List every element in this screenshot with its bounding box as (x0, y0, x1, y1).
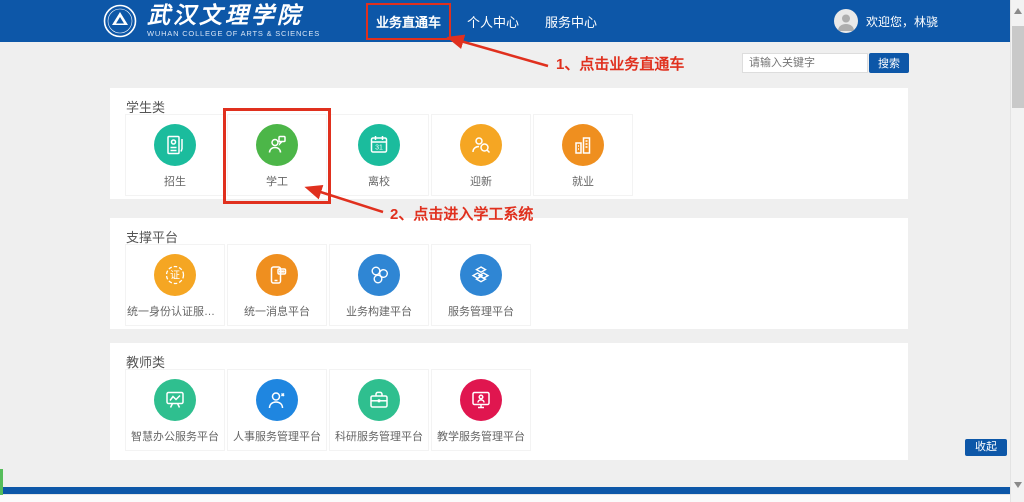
monitor-person-icon (460, 379, 502, 421)
tile-student-affairs[interactable]: 学工 (227, 114, 327, 196)
person-search-icon (460, 124, 502, 166)
calendar-31-icon: 31 (358, 124, 400, 166)
tiles-row: 招生 学工 31 (125, 114, 633, 196)
tile-label: 招生 (164, 173, 186, 189)
search-button[interactable]: 搜索 (869, 53, 909, 73)
tile-smart-office[interactable]: 智慧办公服务平台 (125, 369, 225, 451)
nav-item-business-portal[interactable]: 业务直通车 (376, 12, 441, 31)
tile-label: 智慧办公服务平台 (131, 428, 219, 444)
school-name-en: WUHAN COLLEGE OF ARTS & SCIENCES (147, 29, 320, 38)
id-card-icon (154, 124, 196, 166)
tile-business-builder[interactable]: 业务构建平台 (329, 244, 429, 326)
section-students: 学生类 招生 (110, 88, 908, 199)
tile-label: 统一消息平台 (244, 303, 310, 319)
app-header: 武汉文理学院 WUHAN COLLEGE OF ARTS & SCIENCES … (0, 0, 1010, 42)
tiles-row: 智慧办公服务平台 人事服务管理平台 科研服务管理平 (125, 369, 531, 451)
tile-label: 业务构建平台 (346, 303, 412, 319)
tile-enrollment[interactable]: 招生 (125, 114, 225, 196)
welcome-text: 欢迎您，林骁 (866, 13, 938, 30)
nav-item-personal-center[interactable]: 个人中心 (467, 12, 519, 31)
school-emblem-icon (103, 4, 137, 38)
nav-item-service-center[interactable]: 服务中心 (545, 12, 597, 31)
linked-circles-icon (358, 254, 400, 296)
tile-service-management[interactable]: 服务管理平台 (431, 244, 531, 326)
annotation-arrow-1 (450, 38, 548, 66)
tile-label: 学工 (266, 173, 288, 189)
tile-welcome-new[interactable]: 迎新 (431, 114, 531, 196)
tile-label: 统一身份认证服务... (127, 303, 223, 319)
tile-label: 教学服务管理平台 (437, 428, 525, 444)
tile-label: 迎新 (470, 173, 492, 189)
id-auth-seal-icon: 证 (154, 254, 196, 296)
scrollbar-thumb[interactable] (1012, 26, 1024, 108)
vertical-scrollbar[interactable] (1010, 0, 1024, 502)
search-input[interactable] (742, 53, 868, 73)
tiles-row: 证 统一身份认证服务... 统一消息平台 (125, 244, 531, 326)
tile-employment[interactable]: 就业 (533, 114, 633, 196)
school-logo: 武汉文理学院 WUHAN COLLEGE OF ARTS & SCIENCES (103, 4, 320, 38)
avatar (834, 9, 858, 33)
cubes-icon (460, 254, 502, 296)
annotation-step-1: 1、点击业务直通车 (556, 53, 684, 74)
collapse-button[interactable]: 收起 (965, 439, 1007, 456)
section-support-platforms: 支撑平台 证 统一身份认证服务... (110, 218, 908, 329)
school-name: 武汉文理学院 (147, 4, 320, 28)
main-nav: 业务直通车 个人中心 服务中心 (376, 0, 597, 42)
scroll-up-arrow-icon[interactable] (1014, 8, 1022, 14)
tile-label: 离校 (368, 173, 390, 189)
buildings-icon (562, 124, 604, 166)
tile-label: 服务管理平台 (448, 303, 514, 319)
tile-teaching-service[interactable]: 教学服务管理平台 (431, 369, 531, 451)
person-badge-icon (256, 379, 298, 421)
side-widget-handle[interactable] (0, 469, 3, 495)
message-phone-icon (256, 254, 298, 296)
annotation-step-2: 2、点击进入学工系统 (390, 203, 533, 224)
section-teachers: 教师类 智慧办公服务平台 人事服务管理平台 (110, 343, 908, 460)
tile-identity-auth[interactable]: 证 统一身份认证服务... (125, 244, 225, 326)
tile-message-platform[interactable]: 统一消息平台 (227, 244, 327, 326)
student-person-icon (256, 124, 298, 166)
tile-label: 就业 (572, 173, 594, 189)
horizontal-scrollbar[interactable] (0, 494, 1010, 502)
tile-research-service[interactable]: 科研服务管理平台 (329, 369, 429, 451)
svg-text:31: 31 (375, 145, 383, 152)
tile-label: 科研服务管理平台 (335, 428, 423, 444)
tile-label: 人事服务管理平台 (233, 428, 321, 444)
search-row: 搜索 (742, 53, 909, 73)
user-area[interactable]: 欢迎您，林骁 (834, 9, 938, 33)
scroll-down-arrow-icon[interactable] (1014, 482, 1022, 488)
svg-text:证: 证 (170, 270, 180, 282)
tile-hr-service[interactable]: 人事服务管理平台 (227, 369, 327, 451)
briefcase-icon (358, 379, 400, 421)
person-icon (834, 9, 858, 33)
tile-leave-school[interactable]: 31 离校 (329, 114, 429, 196)
whiteboard-chart-icon (154, 379, 196, 421)
footer-bar (0, 487, 1010, 494)
